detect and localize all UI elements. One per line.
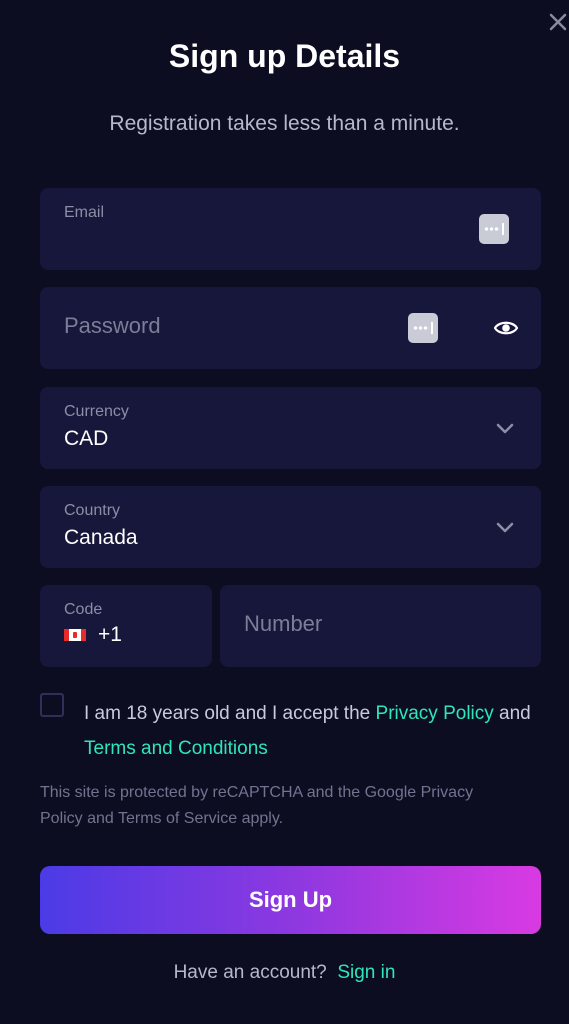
country-select[interactable]: Country Canada bbox=[40, 486, 541, 568]
phone-code-select[interactable]: Code +1 bbox=[40, 585, 212, 667]
canada-flag-icon bbox=[64, 629, 86, 641]
page-subtitle: Registration takes less than a minute. bbox=[109, 112, 460, 135]
password-manager-key-icon[interactable] bbox=[479, 214, 509, 244]
close-icon bbox=[549, 13, 567, 31]
eye-icon[interactable] bbox=[493, 316, 519, 340]
number-placeholder: Number bbox=[244, 611, 323, 636]
code-label: Code bbox=[64, 601, 103, 618]
email-label: Email bbox=[64, 204, 105, 221]
signin-prompt: Have an account? Sign in bbox=[0, 962, 569, 984]
privacy-policy-link[interactable]: Privacy Policy bbox=[376, 703, 494, 724]
chevron-down-icon bbox=[496, 423, 514, 434]
password-field[interactable]: Password bbox=[40, 287, 541, 369]
currency-label: Currency bbox=[64, 403, 129, 420]
sign-up-button[interactable]: Sign Up bbox=[40, 866, 541, 934]
country-value: Canada bbox=[64, 526, 138, 549]
consent-text: I am 18 years old and I accept the Priva… bbox=[84, 696, 534, 766]
consent-text-before: I am 18 years old and I accept the bbox=[84, 703, 376, 724]
signin-prompt-text: Have an account? bbox=[173, 962, 327, 983]
recaptcha-note: This site is protected by reCAPTCHA and … bbox=[40, 784, 474, 827]
sign-in-link[interactable]: Sign in bbox=[337, 962, 395, 983]
password-manager-key-icon[interactable] bbox=[408, 313, 438, 343]
chevron-down-icon bbox=[496, 522, 514, 533]
phone-number-input[interactable]: Number bbox=[220, 585, 541, 667]
currency-value: CAD bbox=[64, 427, 109, 450]
page-title: Sign up Details bbox=[168, 38, 401, 74]
terms-checkbox[interactable] bbox=[40, 693, 64, 717]
close-button[interactable] bbox=[545, 6, 569, 36]
consent-text-middle: and bbox=[493, 703, 531, 724]
country-label: Country bbox=[64, 502, 121, 519]
password-placeholder: Password bbox=[64, 313, 161, 338]
terms-link[interactable]: Terms and Conditions bbox=[84, 738, 268, 759]
code-value: +1 bbox=[98, 623, 122, 646]
email-field[interactable]: Email bbox=[40, 188, 541, 270]
currency-select[interactable]: Currency CAD bbox=[40, 387, 541, 469]
